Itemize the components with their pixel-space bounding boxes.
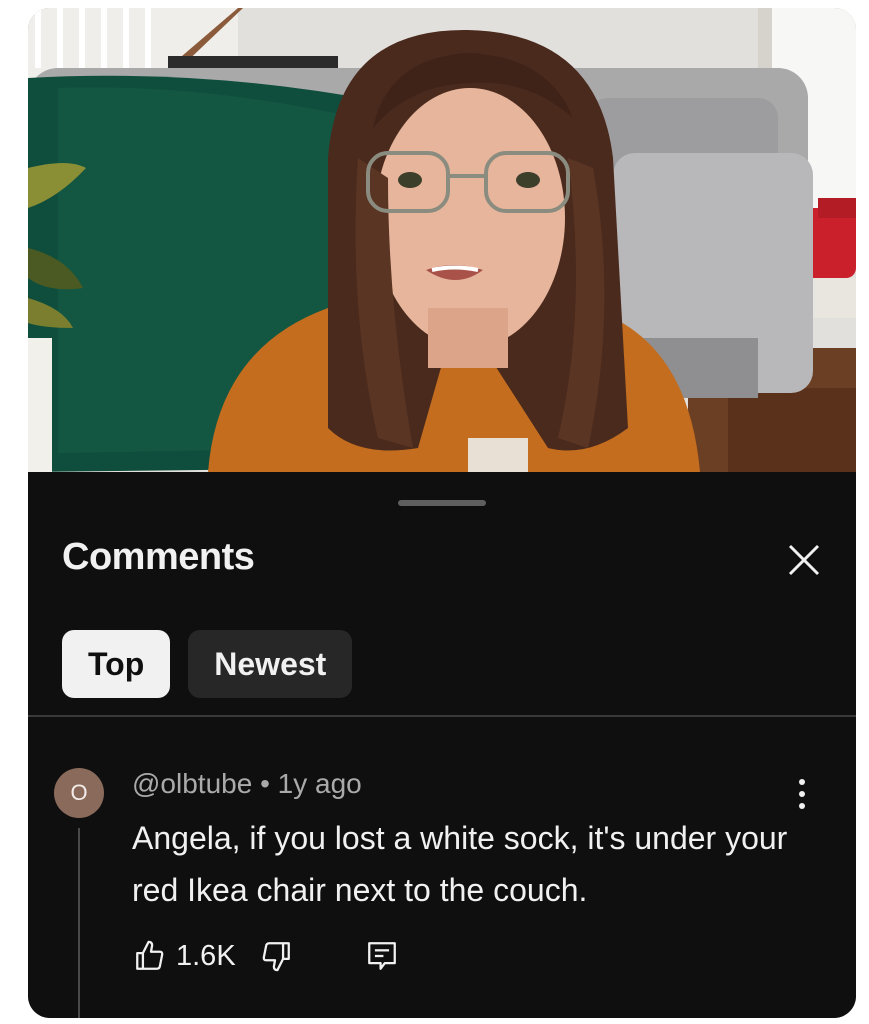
thread-line bbox=[78, 828, 80, 1018]
sort-chips: Top Newest bbox=[62, 630, 353, 698]
comment-actions: 1.6K bbox=[132, 934, 400, 978]
thumbs-down-icon bbox=[262, 942, 290, 972]
comments-title: Comments bbox=[62, 536, 255, 578]
comment-meta: @olbtube • 1y ago bbox=[132, 768, 362, 800]
dislike-button[interactable] bbox=[258, 938, 294, 974]
reply-icon bbox=[367, 942, 396, 970]
thumbs-up-icon bbox=[136, 940, 164, 970]
close-button[interactable] bbox=[780, 536, 828, 584]
avatar[interactable]: O bbox=[54, 768, 104, 818]
comments-sheet: Comments Top Newest O @olbtube • 1y ago bbox=[28, 472, 856, 1018]
chip-newest[interactable]: Newest bbox=[188, 630, 353, 698]
video-frame-image bbox=[28, 8, 856, 472]
app-card: Comments Top Newest O @olbtube • 1y ago bbox=[28, 8, 856, 1018]
reply-button[interactable] bbox=[364, 938, 400, 974]
close-icon bbox=[788, 544, 820, 576]
meta-separator: • bbox=[260, 768, 270, 799]
comment-time: 1y ago bbox=[277, 768, 362, 799]
video-player[interactable] bbox=[28, 8, 856, 472]
like-count: 1.6K bbox=[176, 939, 236, 972]
comment-text: Angela, if you lost a white sock, it's u… bbox=[132, 820, 788, 908]
comment-author[interactable]: @olbtube bbox=[132, 768, 252, 799]
more-options-button[interactable] bbox=[784, 772, 820, 816]
like-button[interactable] bbox=[132, 938, 168, 974]
more-vert-icon bbox=[799, 779, 805, 809]
divider bbox=[28, 715, 856, 717]
drag-handle[interactable] bbox=[398, 500, 486, 506]
chip-top[interactable]: Top bbox=[62, 630, 171, 698]
